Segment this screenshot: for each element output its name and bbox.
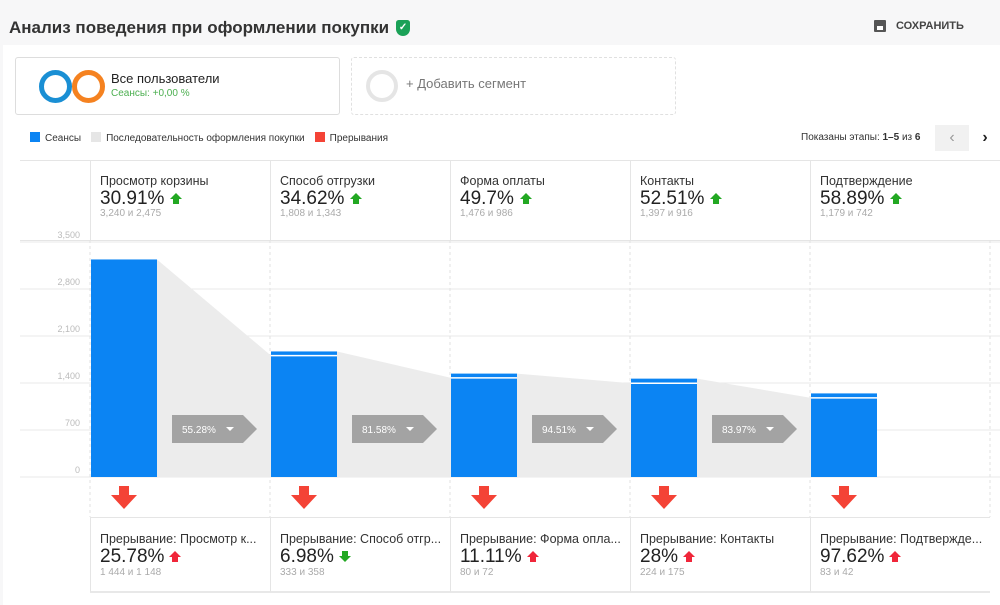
y-tick-label: 3,500: [57, 230, 80, 240]
exit-arrow-icon: [111, 486, 137, 509]
flow-area: [337, 351, 451, 477]
exit-percent: 28%: [640, 546, 679, 567]
exit-counts: 1 444 и 1 148: [100, 567, 162, 578]
exit-card[interactable]: Прерывание: Подтвержде... 97.62% 83 и 42: [810, 517, 990, 593]
exit-card[interactable]: Прерывание: Форма опла... 11.11% 80 и 72: [450, 517, 630, 593]
y-tick-label: 0: [75, 465, 80, 475]
funnel-chart: 0 700 1,400 2,100 2,800 3,500 55.28% 81.58% 94.5…: [20, 230, 1000, 517]
exit-card[interactable]: Прерывание: Контакты 28% 224 и 175: [630, 517, 810, 593]
y-tick-label: 1,400: [57, 371, 80, 381]
exit-percent: 6.98%: [280, 546, 334, 567]
exit-counts: 80 и 72: [460, 567, 494, 578]
exit-percent: 11.11%: [460, 546, 522, 567]
trend-up-icon: [889, 551, 902, 563]
conversion-rate-label: 94.51%: [542, 425, 576, 436]
exit-arrow-icon: [831, 486, 857, 509]
trend-up-icon: [683, 551, 696, 563]
y-tick-label: 2,100: [57, 324, 80, 334]
session-bar: [91, 259, 157, 477]
exit-name: Прерывание: Форма опла...: [460, 532, 621, 546]
exit-arrow-icon: [651, 486, 677, 509]
exit-name: Прерывание: Способ отгр...: [280, 532, 442, 546]
exit-counts: 224 и 175: [640, 567, 685, 578]
exit-arrow-icon: [291, 486, 317, 509]
trend-down-icon: [338, 551, 351, 563]
conversion-rate-label: 81.58%: [362, 425, 396, 436]
y-tick-label: 2,800: [57, 277, 80, 287]
conversion-rate-label: 55.28%: [182, 425, 216, 436]
session-bar: [451, 373, 517, 477]
conversion-rate-label: 83.97%: [722, 425, 756, 436]
y-tick-label: 700: [65, 418, 80, 428]
exit-name: Прерывание: Подтвержде...: [820, 532, 983, 546]
exit-percent: 25.78%: [100, 546, 165, 567]
exit-percent: 97.62%: [820, 546, 885, 567]
exit-counts: 333 и 358: [280, 567, 325, 578]
exit-name: Прерывание: Контакты: [640, 532, 775, 546]
session-bar: [811, 393, 877, 477]
exit-name: Прерывание: Просмотр к...: [100, 532, 257, 546]
exit-card[interactable]: Прерывание: Просмотр к... 25.78% 1 444 и…: [90, 517, 270, 593]
session-bar: [631, 378, 697, 477]
exit-arrow-icon: [471, 486, 497, 509]
flow-area: [157, 259, 271, 477]
exit-card[interactable]: Прерывание: Способ отгр... 6.98% 333 и 3…: [270, 517, 450, 593]
exit-counts: 83 и 42: [820, 567, 854, 578]
trend-up-icon: [526, 551, 539, 563]
trend-up-icon: [169, 551, 182, 563]
session-bar: [271, 351, 337, 477]
